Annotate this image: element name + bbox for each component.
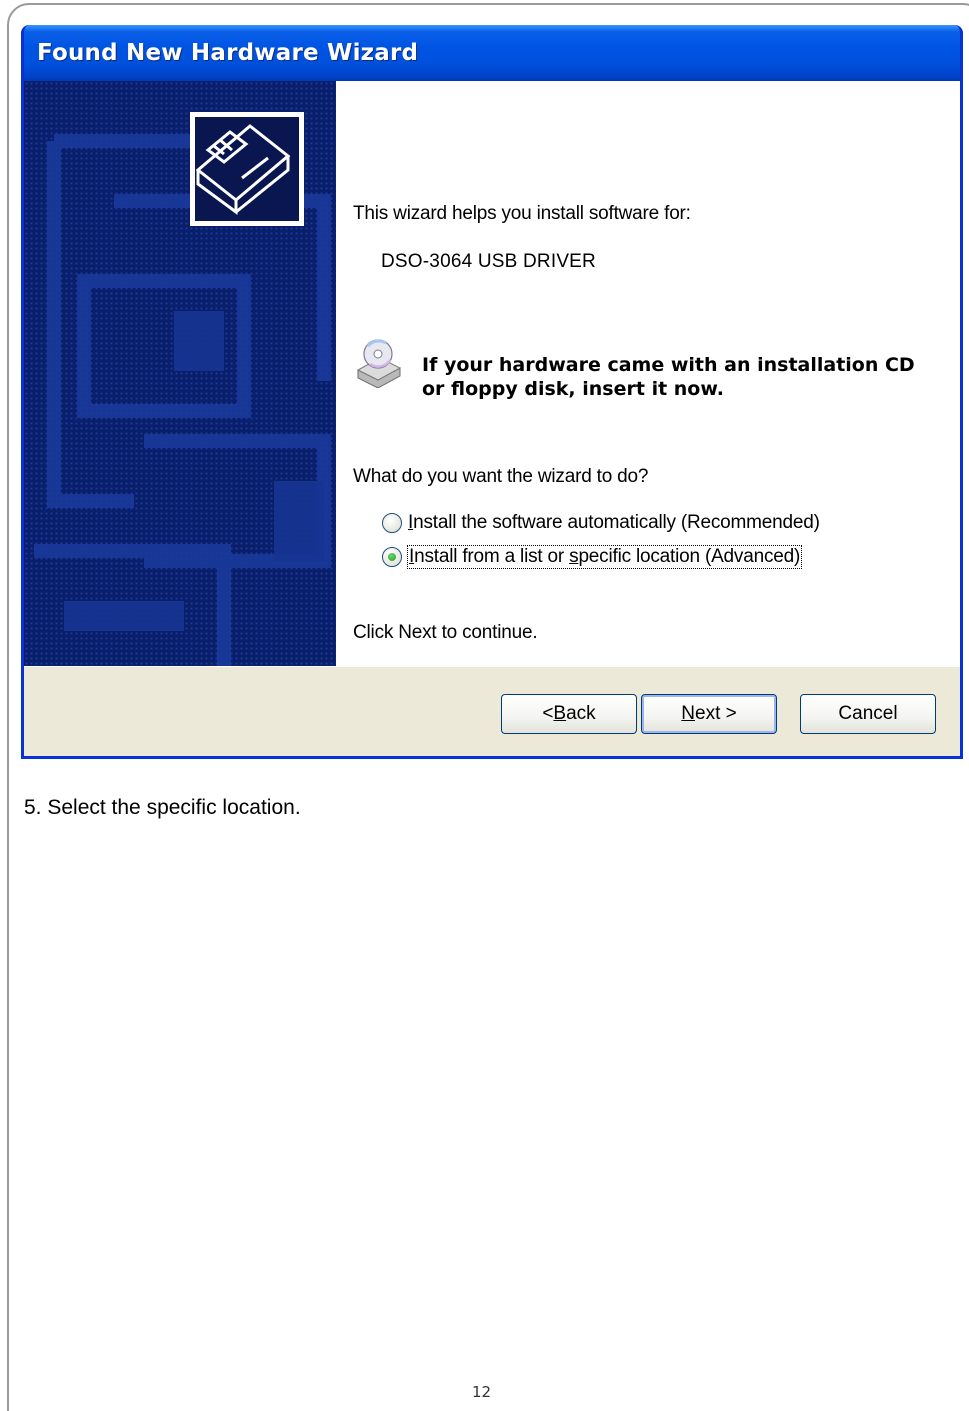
wizard-window: Found New Hardware Wizard This wizard he… bbox=[21, 25, 963, 759]
back-button[interactable]: < Back bbox=[501, 694, 637, 734]
cd-drive-icon bbox=[356, 339, 402, 388]
back-button-prefix: < bbox=[542, 703, 554, 724]
next-button-suffix: ext > bbox=[695, 703, 737, 724]
cd-prompt-line-2: or floppy disk, insert it now. bbox=[422, 378, 724, 400]
cd-prompt-line-1: If your hardware came with an installati… bbox=[422, 354, 915, 376]
option-install-automatically[interactable]: Install the software automatically (Reco… bbox=[382, 512, 820, 534]
wizard-content: This wizard helps you install software f… bbox=[336, 81, 960, 666]
step-caption: 5. Select the specific location. bbox=[24, 796, 301, 819]
hardware-card-icon bbox=[190, 112, 304, 226]
option-2-text-b: pecific location (Advanced) bbox=[578, 546, 801, 567]
radio-install-automatically[interactable] bbox=[382, 513, 402, 533]
option-install-automatically-label: Install the software automatically (Reco… bbox=[408, 512, 820, 534]
cancel-button[interactable]: Cancel bbox=[800, 694, 936, 734]
option-install-from-list-label: Install from a list or specific location… bbox=[406, 545, 803, 569]
option-1-text: nstall the software automatically (Recom… bbox=[413, 512, 820, 533]
radio-install-from-list[interactable] bbox=[382, 547, 402, 567]
option-install-from-list[interactable]: Install from a list or specific location… bbox=[382, 545, 803, 569]
next-button-accel: N bbox=[681, 703, 695, 724]
next-button[interactable]: Next > bbox=[641, 694, 777, 734]
question-text: What do you want the wizard to do? bbox=[353, 466, 649, 487]
window-title: Found New Hardware Wizard bbox=[37, 40, 419, 66]
device-name: DSO-3064 USB DRIVER bbox=[381, 251, 596, 272]
cd-prompt: If your hardware came with an installati… bbox=[422, 353, 942, 401]
wizard-side-panel bbox=[24, 81, 336, 666]
page-number: 12 bbox=[472, 1383, 492, 1401]
title-bar[interactable]: Found New Hardware Wizard bbox=[24, 25, 960, 81]
back-button-suffix: ack bbox=[566, 703, 596, 724]
option-2-text-a: nstall from a list or bbox=[414, 546, 570, 567]
intro-text: This wizard helps you install software f… bbox=[353, 203, 691, 224]
continue-hint: Click Next to continue. bbox=[353, 622, 538, 643]
button-bar: < Back Next > Cancel bbox=[24, 666, 960, 756]
back-button-accel: B bbox=[553, 703, 567, 724]
